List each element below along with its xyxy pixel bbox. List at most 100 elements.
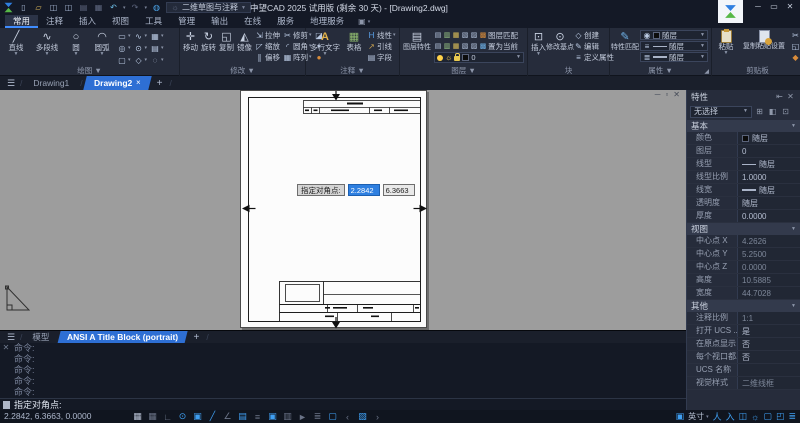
- prop-row-width[interactable]: 宽度44.7028: [687, 287, 800, 300]
- tab-output[interactable]: 输出: [203, 15, 236, 28]
- rectangle-button[interactable]: ▭▾: [117, 30, 131, 42]
- tab-manage[interactable]: 管理: [170, 15, 203, 28]
- select-objects-icon[interactable]: ◧: [767, 107, 778, 116]
- close-button[interactable]: ✕: [782, 0, 798, 13]
- scale-button[interactable]: ◸缩放: [255, 41, 280, 52]
- new-layout-button[interactable]: +: [189, 332, 205, 343]
- polyline-button[interactable]: ∿多段线▼: [32, 30, 62, 57]
- online-icon[interactable]: ◍: [151, 1, 162, 15]
- doc-tab-drawing2[interactable]: Drawing2×: [83, 76, 151, 90]
- tab-geo[interactable]: 地理服务: [302, 15, 352, 28]
- layer-freeze-icon[interactable]: ▦: [452, 31, 460, 41]
- match-properties-button[interactable]: ✎特性匹配: [613, 30, 637, 51]
- layer-properties-button[interactable]: ▤图层特性: [403, 30, 431, 51]
- line-button[interactable]: ╱直线▼: [3, 30, 29, 57]
- rotate-button[interactable]: ↻旋转: [201, 30, 216, 52]
- copy-paste-settings-button[interactable]: 复制粘贴设置: [740, 30, 788, 50]
- command-input[interactable]: 指定对角点:: [0, 398, 800, 410]
- paste-special-button[interactable]: ◆: [791, 52, 800, 63]
- layer-prev-icon[interactable]: ▤: [434, 42, 442, 52]
- close-palette-icon[interactable]: ✕: [785, 92, 796, 101]
- layer-walk-icon[interactable]: ▥: [443, 42, 451, 52]
- section-basic[interactable]: 基本▼: [687, 120, 800, 132]
- edit-base-point-button[interactable]: ⊙修改基点: [549, 30, 571, 51]
- dynamic-input-y[interactable]: 6.3663: [383, 184, 415, 196]
- point-button[interactable]: ⊙▾: [134, 42, 148, 54]
- prop-row-center-x[interactable]: 中心点 X4.2626: [687, 235, 800, 248]
- new-drawing-button[interactable]: +: [152, 78, 168, 89]
- layer-lock-icon[interactable]: ▧: [461, 31, 469, 41]
- quick-select-icon[interactable]: ⊞: [754, 107, 765, 116]
- dialog-launcher-icon[interactable]: ◢: [704, 68, 709, 75]
- app-logo-icon[interactable]: [3, 2, 14, 13]
- toggle-pickadd-icon[interactable]: ⊡: [780, 107, 791, 116]
- command-history[interactable]: ✕ 命令: 命令: 命令: 命令: 命令:: [0, 343, 800, 398]
- redo-icon[interactable]: ↷: [130, 1, 141, 15]
- copy-clip-button[interactable]: ◱: [791, 41, 800, 52]
- prop-row-ucs-per-viewport[interactable]: 每个视口都...否: [687, 351, 800, 364]
- panel-label-block[interactable]: 块: [528, 66, 609, 76]
- tab-online[interactable]: 在线: [236, 15, 269, 28]
- panel-label-annotate[interactable]: 注释 ▼: [306, 66, 399, 76]
- mirror-button[interactable]: ◭镜像: [237, 30, 252, 52]
- mtext-button[interactable]: A多行文字▼: [309, 30, 341, 57]
- prop-row-ltscale[interactable]: 线型比例1.0000: [687, 171, 800, 184]
- layer-set-current-button[interactable]: 置为当前: [488, 41, 518, 52]
- object-snap-icon[interactable]: ▣: [190, 411, 205, 422]
- linear-dim-button[interactable]: H线性▾: [367, 30, 396, 41]
- ribbon-display-toggle[interactable]: ▣▾: [358, 15, 370, 28]
- layer-unlock-icon[interactable]: ▧: [461, 42, 469, 52]
- print-icon[interactable]: ▤: [78, 1, 89, 15]
- circle-button[interactable]: ○圆▼: [65, 30, 87, 57]
- selection-dropdown[interactable]: 无选择▼: [690, 106, 752, 118]
- panel-label-draw[interactable]: 绘图 ▼: [0, 66, 179, 76]
- layout-menu-icon[interactable]: ☰: [4, 332, 18, 343]
- new-file-icon[interactable]: ▯: [18, 1, 29, 15]
- layer-delete-icon[interactable]: ▩: [479, 42, 487, 52]
- region-button[interactable]: ▢▾: [117, 54, 131, 66]
- color-dropdown[interactable]: ◉随层▼: [640, 30, 708, 40]
- prop-row-visual-style[interactable]: 视觉样式二维线框: [687, 377, 800, 390]
- ellipse-button[interactable]: ◎▾: [117, 42, 131, 54]
- workspace-switch-icon[interactable]: ≣: [310, 411, 325, 422]
- layer-match-button[interactable]: 图层匹配: [488, 30, 518, 41]
- fullscreen-icon[interactable]: ◰: [776, 411, 785, 422]
- minimize-button[interactable]: ─: [750, 0, 766, 13]
- redo-caret-icon[interactable]: ▾: [145, 5, 148, 11]
- block-edit-button[interactable]: ✎编辑: [574, 41, 614, 52]
- lock-ui-icon[interactable]: ▧: [355, 411, 370, 422]
- grid-display-icon[interactable]: ▦: [130, 411, 145, 422]
- annotation-autoscale-icon[interactable]: 入: [726, 410, 735, 423]
- mdi-close-icon[interactable]: ✕: [673, 90, 680, 99]
- polar-tracking-icon[interactable]: ⊙: [175, 411, 190, 422]
- prop-row-layer[interactable]: 图层0: [687, 145, 800, 158]
- insert-block-button[interactable]: ⊡插入▼: [531, 30, 546, 57]
- dynamic-ucs-icon[interactable]: ∠: [220, 411, 235, 422]
- revcloud-button[interactable]: ◌▾: [150, 54, 164, 66]
- next-status-icon[interactable]: ›: [370, 412, 385, 422]
- prop-row-lineweight[interactable]: 线宽随层: [687, 184, 800, 197]
- define-attributes-button[interactable]: ≡定义属性: [574, 52, 614, 63]
- leader-button[interactable]: ↗引线: [367, 41, 396, 52]
- stretch-button[interactable]: ⇲拉伸: [255, 30, 280, 41]
- mdi-restore-icon[interactable]: ▫: [665, 90, 668, 99]
- layer-off-icon[interactable]: ▩: [479, 31, 487, 41]
- plot-preview-icon[interactable]: ▦: [93, 1, 104, 15]
- offset-button[interactable]: ∥偏移: [255, 52, 280, 63]
- table-button[interactable]: ▦表格: [344, 30, 364, 52]
- tab-insert[interactable]: 插入: [71, 15, 104, 28]
- lineweight-dropdown[interactable]: ≣随层▼: [640, 52, 708, 62]
- copy-button[interactable]: ◱复制: [219, 30, 234, 52]
- tab-view[interactable]: 视图: [104, 15, 137, 28]
- prop-row-ucs-at-origin[interactable]: 在原点显示 ...否: [687, 338, 800, 351]
- undo-icon[interactable]: ↶: [108, 1, 119, 15]
- section-misc[interactable]: 其他▼: [687, 300, 800, 312]
- selection-cycling-icon[interactable]: ▥: [280, 411, 295, 422]
- ortho-mode-icon[interactable]: ∟: [160, 412, 175, 422]
- annotation-scale-icon[interactable]: ◫: [739, 411, 748, 422]
- dynamic-input-x[interactable]: 2.2842: [348, 184, 380, 196]
- layout-tab-model[interactable]: 模型: [24, 331, 57, 344]
- snap-mode-icon[interactable]: ▦: [145, 411, 160, 422]
- doc-tab-drawing1[interactable]: Drawing1: [24, 76, 78, 90]
- layer-state-icon[interactable]: ▤: [434, 31, 442, 41]
